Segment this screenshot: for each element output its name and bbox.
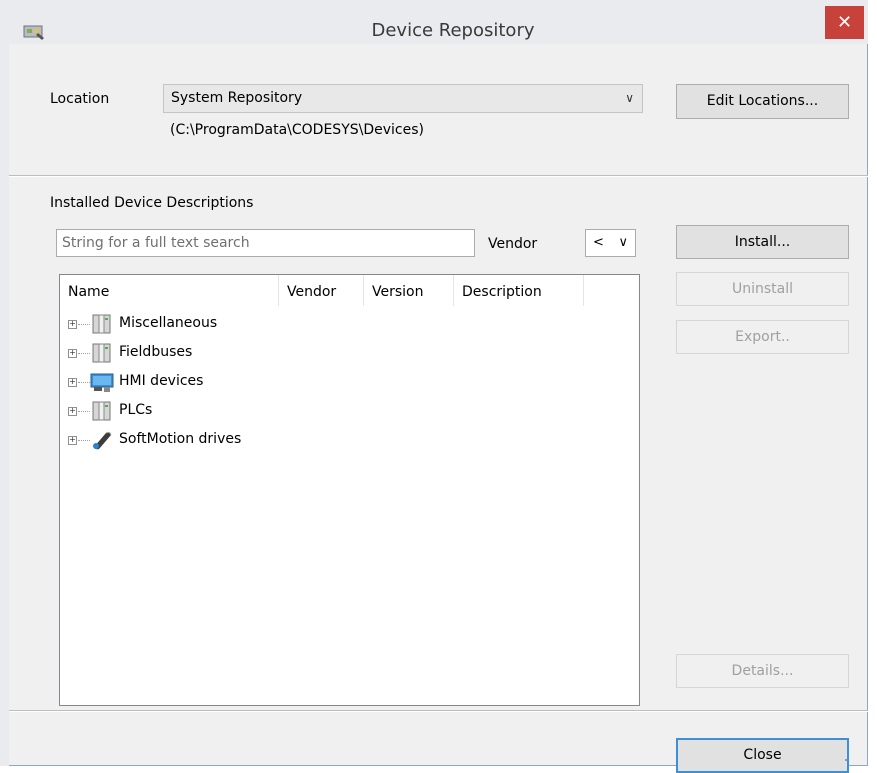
tree-item-label: Miscellaneous: [119, 315, 218, 331]
section-divider-highlight: [9, 176, 868, 177]
tree-connector: [78, 353, 90, 354]
softmotion-drive-icon: [93, 431, 112, 450]
device-repository-dialog: Device Repository ✕ Location System Repo…: [0, 0, 868, 773]
expand-icon[interactable]: +: [68, 378, 77, 387]
expand-icon[interactable]: +: [68, 320, 77, 329]
chevron-down-icon: ∨: [618, 235, 628, 250]
location-dropdown[interactable]: System Repository ∨: [163, 84, 643, 113]
tree-item-label: PLCs: [119, 402, 153, 418]
edit-locations-button[interactable]: Edit Locations...: [676, 84, 849, 119]
tree-item-fieldbuses[interactable]: + Fieldbuses: [68, 340, 468, 368]
tree-header: Name Vendor Version Description: [60, 275, 639, 307]
full-text-search-input[interactable]: [56, 229, 475, 257]
device-module-icon: [92, 314, 111, 334]
tree-item-softmotion-drives[interactable]: + SoftMotion drives: [68, 427, 468, 455]
column-header-vendor[interactable]: Vendor: [279, 275, 364, 306]
uninstall-button[interactable]: Uninstall: [676, 272, 849, 306]
vendor-label: Vendor: [488, 236, 538, 252]
close-window-button[interactable]: ✕: [825, 6, 864, 39]
vendor-filter-value: <: [593, 235, 604, 250]
location-label: Location: [50, 91, 110, 107]
device-module-icon: [92, 401, 111, 421]
title-bar[interactable]: Device Repository ✕: [0, 0, 868, 44]
close-button[interactable]: Close: [676, 738, 849, 773]
column-header-name[interactable]: Name: [60, 275, 279, 306]
vendor-filter-select[interactable]: < ∨: [585, 229, 636, 257]
column-header-version[interactable]: Version: [364, 275, 454, 306]
installed-descriptions-heading: Installed Device Descriptions: [50, 195, 254, 211]
location-path: (C:\ProgramData\CODESYS\Devices): [170, 122, 424, 138]
resize-grip-icon[interactable]: [841, 755, 847, 761]
device-tree[interactable]: Name Vendor Version Description + Miscel…: [59, 274, 640, 706]
window-left-border: [0, 44, 9, 766]
tree-connector: [78, 440, 90, 441]
expand-icon[interactable]: +: [68, 407, 77, 416]
tree-item-plcs[interactable]: + PLCs: [68, 398, 468, 426]
dialog-title: Device Repository: [371, 20, 535, 41]
tree-item-label: SoftMotion drives: [119, 431, 242, 447]
details-button[interactable]: Details...: [676, 654, 849, 688]
tree-item-miscellaneous[interactable]: + Miscellaneous: [68, 311, 468, 339]
export-button[interactable]: Export..: [676, 320, 849, 354]
device-module-icon: [92, 343, 111, 363]
tree-connector: [78, 411, 90, 412]
install-button[interactable]: Install...: [676, 225, 849, 259]
column-header-description[interactable]: Description: [454, 275, 584, 306]
tree-item-hmi-devices[interactable]: + HMI devices: [68, 369, 468, 397]
tree-item-label: HMI devices: [119, 373, 204, 389]
location-selected-value: System Repository: [171, 90, 303, 106]
chevron-down-icon: ∨: [625, 91, 634, 105]
expand-icon[interactable]: +: [68, 436, 77, 445]
expand-icon[interactable]: +: [68, 349, 77, 358]
hmi-monitor-icon: [90, 373, 114, 392]
tree-connector: [78, 382, 90, 383]
tree-connector: [78, 324, 90, 325]
tree-item-label: Fieldbuses: [119, 344, 193, 360]
footer-divider-highlight: [9, 711, 868, 712]
